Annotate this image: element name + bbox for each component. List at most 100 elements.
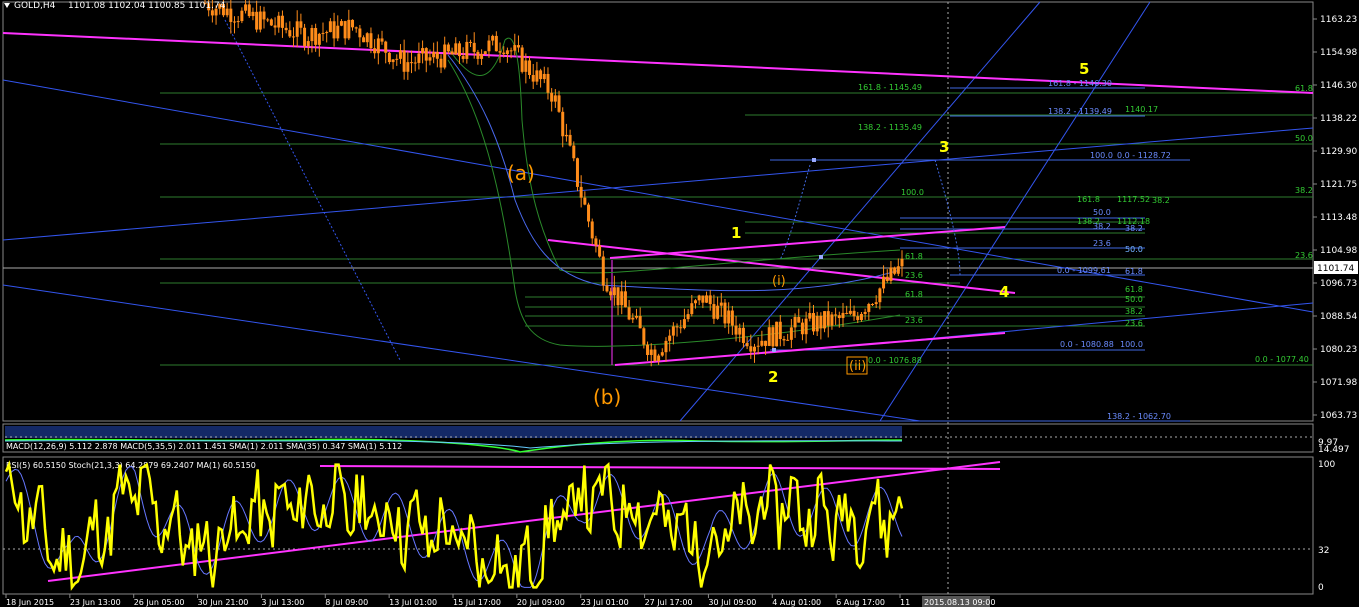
fib-label: 0.0 - 1128.72 (1117, 151, 1171, 160)
price-tick-label: 1138.22 (1320, 114, 1357, 124)
candle-body (878, 288, 882, 303)
candle-body (889, 267, 893, 281)
candle-body (387, 52, 391, 63)
candle-body (775, 321, 779, 347)
candle-body (417, 53, 421, 63)
candle-body (749, 346, 753, 352)
candle-body (406, 62, 410, 72)
candle-body (616, 287, 620, 306)
candle-body (457, 43, 461, 57)
price-tick-label: 1163.23 (1320, 15, 1357, 25)
candle-body (402, 50, 406, 72)
candle-body (443, 44, 447, 68)
candle-body (384, 41, 388, 53)
candle-body (701, 295, 705, 303)
candle-body (240, 10, 244, 22)
candle-body (292, 36, 296, 38)
price-candles (203, 0, 904, 367)
candle-body (837, 315, 841, 319)
candle-body (354, 27, 358, 29)
candle-body (730, 310, 734, 326)
candle-body (483, 51, 487, 55)
candle-body (601, 256, 605, 286)
candle-body (439, 58, 443, 68)
fib-label: 23.6 (1295, 251, 1313, 260)
fib-label: 161.8 - 1145.49 (858, 83, 922, 92)
candle-body (867, 304, 871, 312)
fib-label: 38.2 (1295, 186, 1313, 195)
candle-body (767, 327, 771, 346)
candle-body (834, 314, 838, 316)
fib-label: 61.8 (905, 252, 923, 261)
candle-body (823, 311, 827, 329)
candle-body (638, 315, 642, 329)
rsi-axis-0: 0 (1318, 583, 1324, 593)
fib-label: 161.8 (1077, 195, 1100, 204)
candle-body (398, 50, 402, 59)
candle-body (210, 10, 214, 16)
candle-body (778, 321, 782, 339)
fib-label: 50.0 (1125, 245, 1143, 254)
candle-body (557, 95, 561, 112)
fib-label: 50.0 (1125, 295, 1143, 304)
candle-body (465, 41, 469, 59)
candle-body (509, 50, 513, 52)
candle-body (424, 48, 428, 61)
price-tick-label: 1113.48 (1320, 213, 1357, 223)
candle-body (690, 303, 694, 315)
fib-label: 38.2 (1125, 307, 1143, 316)
candle-body (811, 313, 815, 332)
candle-body (336, 25, 340, 39)
candle-body (723, 302, 727, 324)
candle-body (708, 295, 712, 305)
candle-body (764, 340, 768, 346)
candle-body (310, 28, 314, 42)
candle-body (391, 59, 395, 63)
time-tick-label: 13 Jul 01:00 (389, 598, 437, 607)
candle-body (675, 326, 679, 328)
candle-body (332, 21, 336, 39)
chart-canvas: GOLD,H4 1101.08 1102.04 1100.85 1101.74 … (2, 0, 1358, 607)
candle-body (885, 276, 889, 281)
fib-label: 61.8 (905, 290, 923, 299)
fib-label: 50.0 (1093, 208, 1111, 217)
fib-label: 1140.17 (1125, 105, 1158, 114)
candle-body (280, 15, 284, 28)
candle-body (244, 4, 248, 11)
candle-body (343, 21, 347, 39)
candle-body (380, 38, 384, 42)
candle-body (376, 38, 380, 54)
fib-label: 38.2 (1152, 196, 1170, 205)
candle-body (277, 15, 281, 28)
time-tick-label: 20 Jul 09:00 (517, 598, 565, 607)
anchor-point (812, 158, 816, 162)
candle-body (365, 33, 369, 43)
candle-body (800, 322, 804, 335)
price-tick-label: 1063.73 (1320, 411, 1357, 421)
candle-body (413, 62, 417, 64)
candle-body (693, 300, 697, 304)
candle-body (900, 258, 904, 267)
candle-body (299, 21, 303, 28)
candle-body (542, 73, 546, 80)
time-tick-label: 11 (900, 598, 910, 607)
candle-body (347, 19, 351, 39)
candle-body (284, 27, 288, 31)
wave-label-b: (b) (593, 385, 621, 409)
candle-body (502, 52, 506, 55)
candle-body (649, 349, 653, 355)
time-tick-label: 6 Aug 17:00 (836, 598, 885, 607)
candle-body (815, 315, 819, 332)
candle-body (826, 311, 830, 326)
candle-body (745, 342, 749, 347)
candle-body (358, 28, 362, 38)
candle-body (505, 50, 509, 55)
candle-body (561, 111, 565, 137)
candle-body (679, 327, 683, 329)
wave-label-4: 4 (999, 283, 1009, 301)
triangle-top (609, 226, 1006, 259)
dropdown-arrow-icon[interactable] (4, 3, 10, 8)
candle-body (756, 345, 760, 347)
candle-body (428, 57, 432, 61)
candle-body (668, 335, 672, 341)
